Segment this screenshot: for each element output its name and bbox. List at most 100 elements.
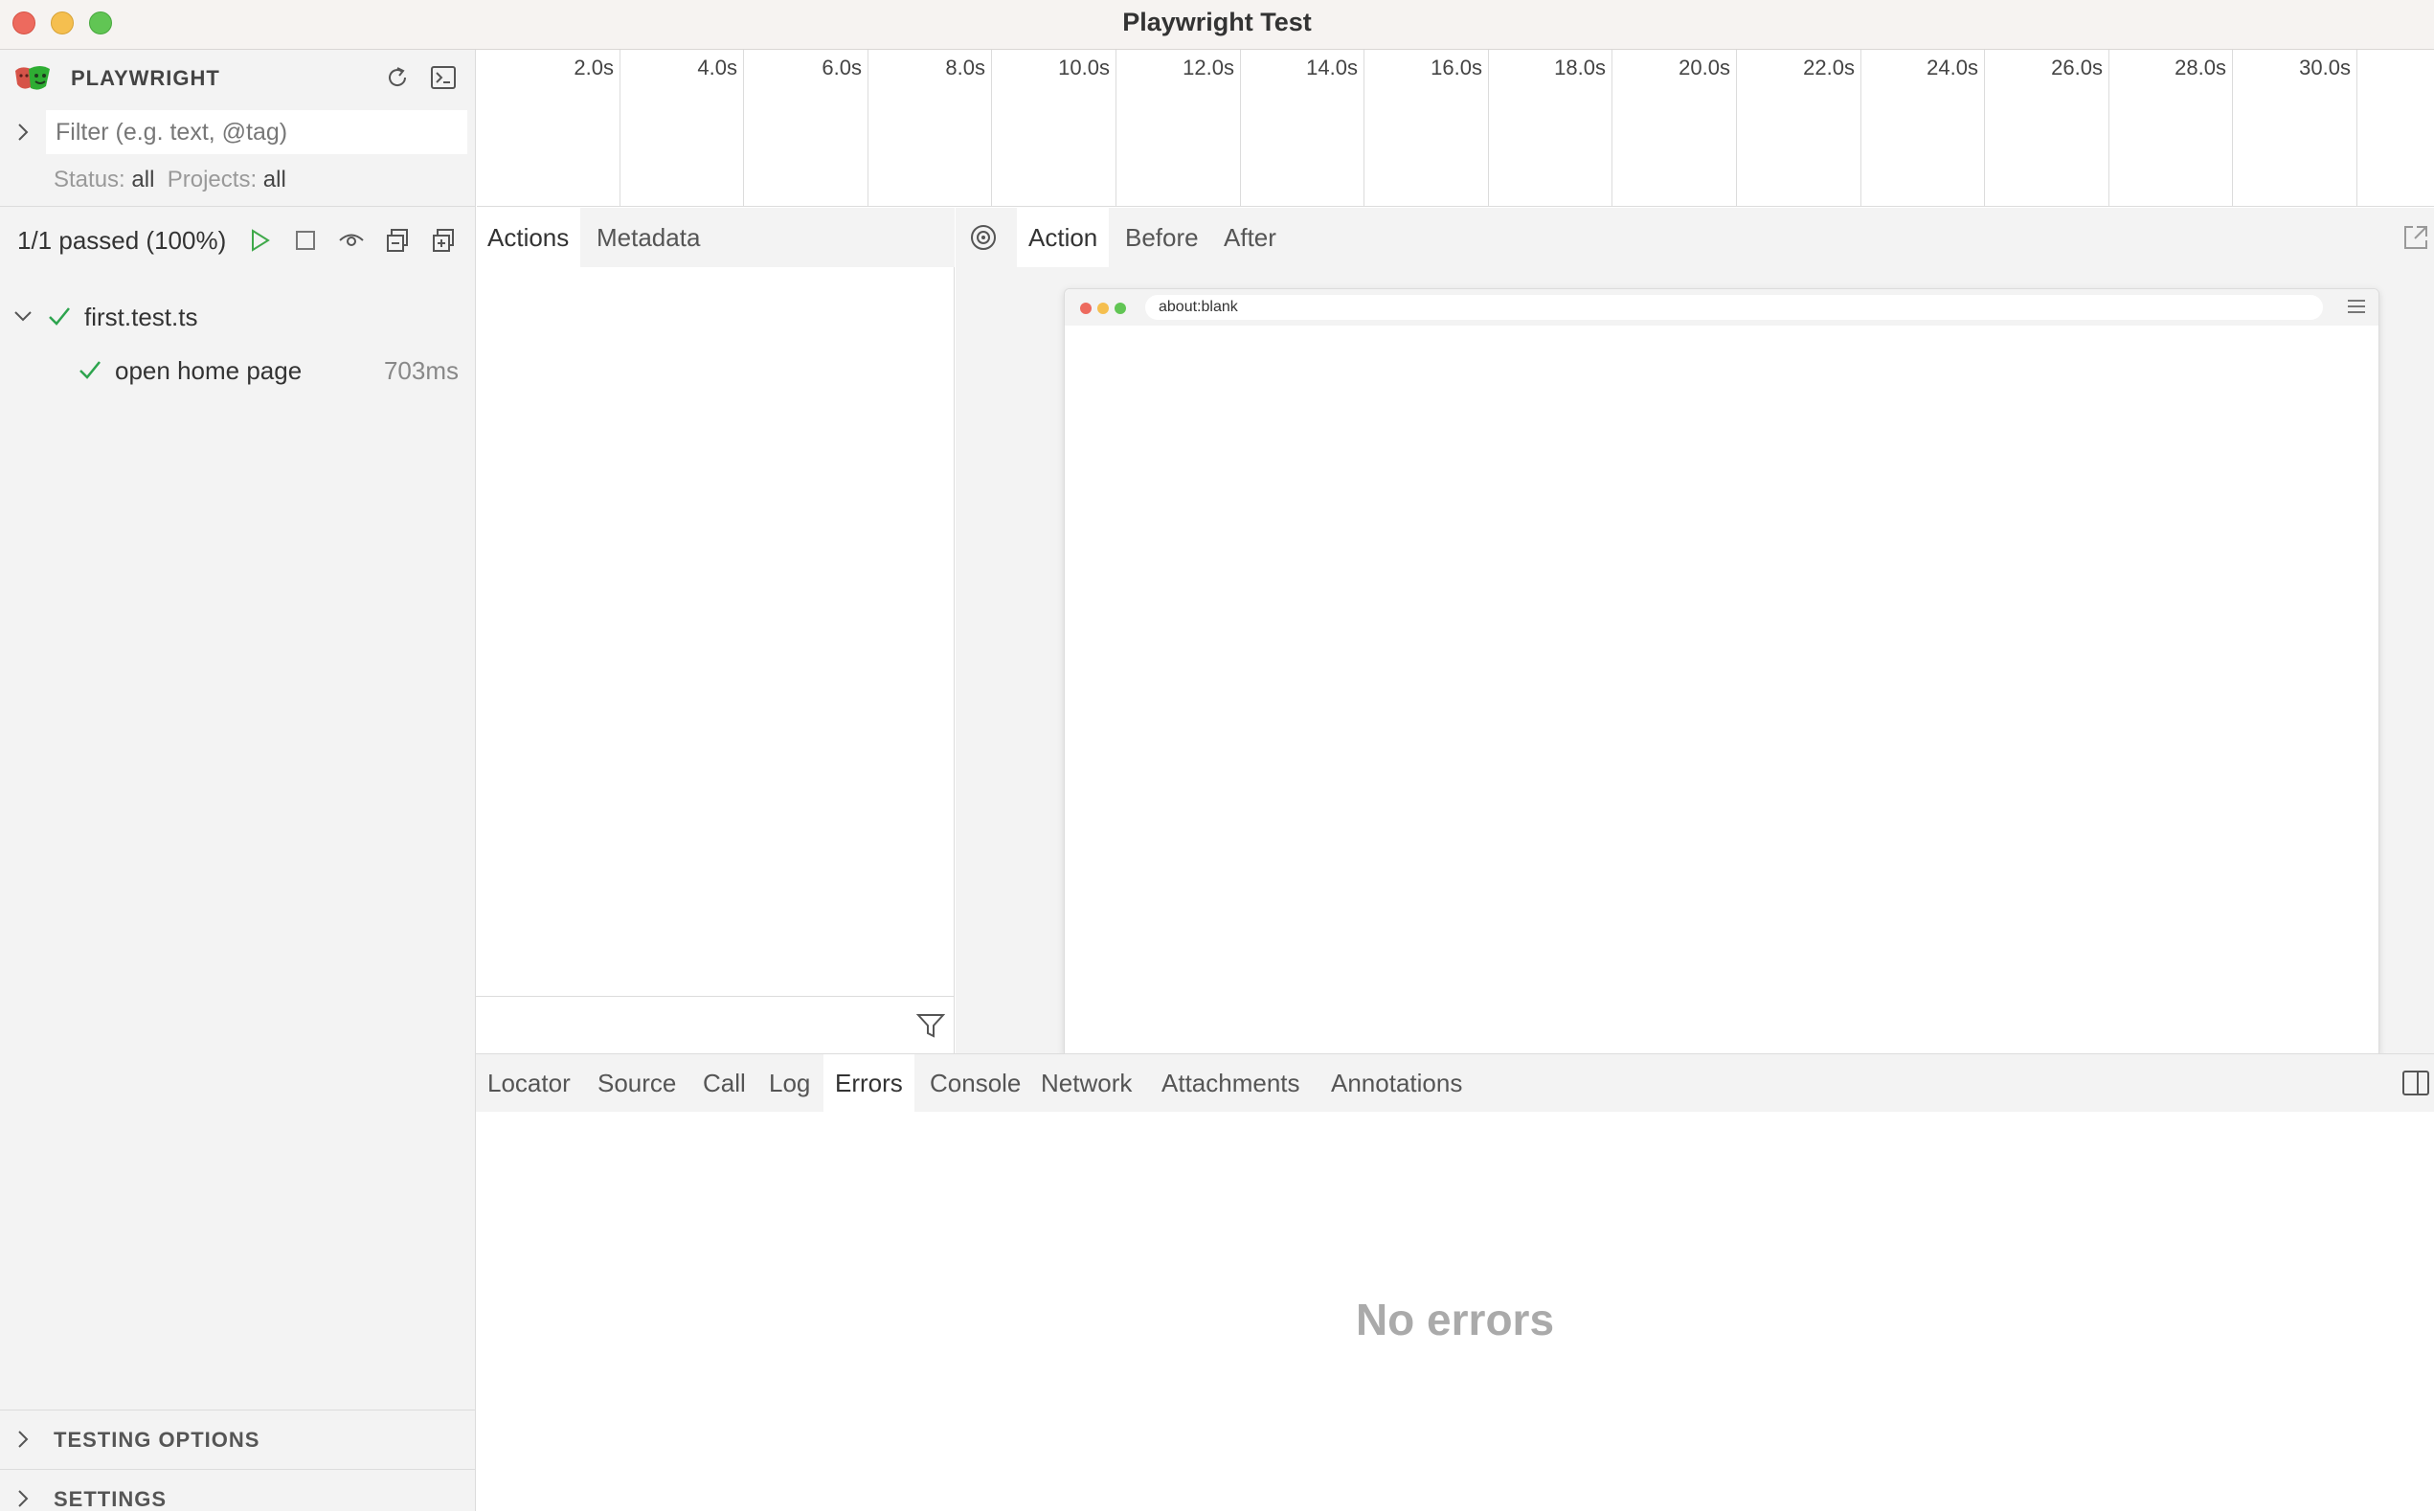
timeline-tick-line — [1240, 50, 1241, 206]
tree-test-row[interactable]: open home page 703ms — [0, 343, 476, 396]
timeline-tick-label: 4.0s — [697, 56, 737, 79]
window-titlebar: Playwright Test — [0, 0, 2434, 50]
tab-metadata[interactable]: Metadata — [585, 208, 711, 267]
projects-value[interactable]: all — [263, 167, 286, 192]
timeline-tick-label: 24.0s — [1927, 56, 1978, 79]
snapshot-panel: Action Before After about:blank — [956, 208, 2434, 1054]
tab-source[interactable]: Source — [586, 1054, 687, 1112]
timeline-tick-line — [2108, 50, 2109, 206]
expand-all-button[interactable] — [427, 224, 460, 257]
timeline-tick-label: 26.0s — [2051, 56, 2103, 79]
tab-actions[interactable]: Actions — [476, 208, 581, 267]
timeline-tick-line — [2232, 50, 2233, 206]
details-tabbar: Locator Source Call Log Errors Console N… — [476, 1054, 2434, 1112]
browser-close-dot — [1080, 303, 1092, 314]
tab-action[interactable]: Action — [1017, 208, 1110, 267]
play-icon — [252, 229, 270, 252]
eye-icon — [339, 234, 364, 246]
timeline-tick-line — [1736, 50, 1737, 206]
timeline-tick-line — [743, 50, 744, 206]
actions-panel: Actions Metadata — [476, 208, 955, 1053]
timeline-tick-line — [991, 50, 992, 206]
timeline-tick-line — [2356, 50, 2357, 206]
timeline[interactable]: 2.0s 4.0s 6.0s 8.0s 10.0s 12.0s 14.0s 16.0s 18.0… — [495, 50, 2434, 207]
test-summary-bar: 1/1 passed (100%) — [0, 207, 476, 272]
filter-input[interactable] — [46, 110, 467, 154]
chevron-right-icon — [18, 1490, 29, 1507]
tab-annotations[interactable]: Annotations — [1319, 1054, 1474, 1112]
browser-snapshot-frame: about:blank — [1064, 288, 2379, 1054]
tree-file-label: first.test.ts — [84, 303, 198, 331]
open-external-icon[interactable] — [2401, 223, 2430, 252]
sidebar-header: PLAYWRIGHT Status: all Projects: all — [0, 50, 476, 207]
actions-footer — [476, 996, 955, 1053]
brand-name: PLAYWRIGHT — [71, 66, 220, 90]
toggle-output-button[interactable] — [427, 61, 460, 94]
chevron-down-icon[interactable] — [11, 305, 34, 327]
settings-section[interactable]: SETTINGS — [0, 1469, 476, 1511]
timeline-tick-label: 6.0s — [822, 56, 862, 79]
status-value[interactable]: all — [131, 167, 154, 192]
tab-console[interactable]: Console — [918, 1054, 1032, 1112]
chevron-right-icon — [18, 1431, 29, 1448]
settings-label: SETTINGS — [54, 1487, 168, 1511]
timeline-tick-label: 30.0s — [2299, 56, 2351, 79]
reload-button[interactable] — [381, 61, 414, 94]
playwright-logo — [15, 66, 50, 90]
browser-url-bar: about:blank — [1145, 295, 2323, 320]
tab-network[interactable]: Network — [1029, 1054, 1143, 1112]
target-icon[interactable] — [969, 223, 998, 252]
expand-all-icon — [433, 229, 454, 252]
test-duration: 703ms — [383, 356, 459, 385]
status-filter-line: Status: all Projects: all — [54, 167, 286, 193]
tree-test-label: open home page — [115, 356, 303, 385]
browser-toolbar: about:blank — [1065, 289, 2378, 326]
timeline-tick-label: 12.0s — [1183, 56, 1234, 79]
timeline-tick-label: 8.0s — [945, 56, 985, 79]
check-icon — [49, 307, 70, 326]
testing-options-label: TESTING OPTIONS — [54, 1428, 260, 1452]
collapse-all-icon — [387, 229, 408, 252]
timeline-tick-line — [1611, 50, 1612, 206]
timeline-tick-label: 20.0s — [1679, 56, 1730, 79]
timeline-tick-label: 14.0s — [1306, 56, 1358, 79]
no-errors-message: No errors — [1355, 1295, 1555, 1344]
chevron-right-icon[interactable] — [11, 121, 34, 144]
testing-options-section[interactable]: TESTING OPTIONS — [0, 1410, 476, 1469]
projects-label: Projects: — [167, 167, 258, 192]
timeline-tick-line — [1984, 50, 1985, 206]
reload-icon — [389, 67, 407, 86]
tab-locator[interactable]: Locator — [476, 1054, 582, 1112]
collapse-all-button[interactable] — [381, 224, 414, 257]
timeline-tick-label: 2.0s — [574, 56, 614, 79]
browser-minimize-dot — [1097, 303, 1109, 314]
run-all-button[interactable] — [243, 224, 276, 257]
details-panel: Locator Source Call Log Errors Console N… — [476, 1053, 2434, 1511]
sidebar-toggle-icon[interactable] — [2401, 1070, 2430, 1096]
watch-all-button[interactable] — [335, 224, 368, 257]
status-label: Status: — [54, 167, 125, 192]
window-title: Playwright Test — [1122, 8, 1312, 36]
snapshot-tabbar: Action Before After — [956, 208, 2434, 267]
timeline-tick-label: 28.0s — [2175, 56, 2226, 79]
timeline-tick-line — [1488, 50, 1489, 206]
funnel-icon[interactable] — [916, 1012, 945, 1039]
tab-log[interactable]: Log — [757, 1054, 822, 1112]
tab-attachments[interactable]: Attachments — [1150, 1054, 1312, 1112]
timeline-tick-label: 10.0s — [1058, 56, 1110, 79]
timeline-tick-label: 16.0s — [1431, 56, 1482, 79]
stop-icon — [296, 231, 315, 250]
hamburger-menu-icon — [2348, 300, 2365, 313]
tree-file-row[interactable]: first.test.ts — [0, 289, 476, 343]
pass-summary: 1/1 passed (100%) — [17, 226, 227, 255]
tab-errors[interactable]: Errors — [823, 1054, 914, 1112]
timeline-gutter — [477, 50, 495, 207]
stop-button[interactable] — [289, 224, 322, 257]
timeline-tick-label: 18.0s — [1554, 56, 1606, 79]
browser-maximize-dot — [1115, 303, 1126, 314]
sidebar: PLAYWRIGHT Status: all Projects: all — [0, 50, 476, 1511]
tab-before[interactable]: Before — [1114, 208, 1210, 267]
tab-call[interactable]: Call — [691, 1054, 757, 1112]
timeline-tick-line — [1363, 50, 1364, 206]
tab-after[interactable]: After — [1212, 208, 1288, 267]
